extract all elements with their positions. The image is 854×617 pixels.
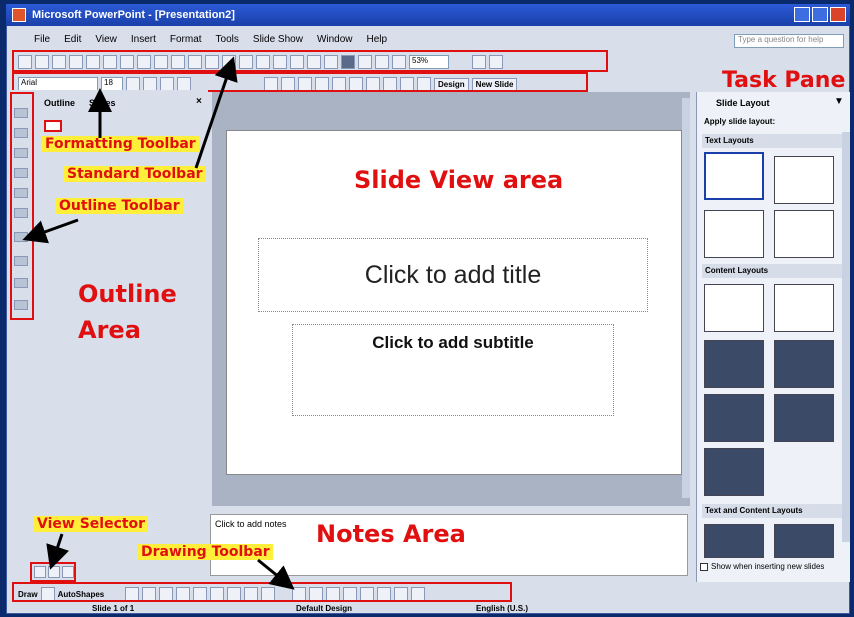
section-text-layouts: Text Layouts: [702, 134, 848, 148]
standard-toolbar-highlight: [12, 50, 608, 72]
formatting-toolbar-highlight: [12, 72, 588, 92]
menu-format[interactable]: Format: [170, 34, 202, 45]
layout-text-content[interactable]: [704, 524, 764, 558]
status-bar: Slide 1 of 1 Default Design English (U.S…: [6, 604, 850, 616]
task-pane-header: Slide Layout: [716, 98, 770, 108]
annotation-outline-toolbar: Outline Toolbar: [56, 198, 183, 214]
status-design: Default Design: [296, 604, 353, 613]
slide-scrollbar[interactable]: [682, 98, 690, 498]
layout-title-content[interactable]: [704, 340, 764, 388]
expand-icon[interactable]: [14, 208, 28, 218]
layout-text-content-right[interactable]: [774, 524, 834, 558]
annotation-slide-view-area: Slide View area: [354, 166, 564, 194]
show-checkbox[interactable]: [700, 562, 708, 571]
annotation-formatting-toolbar: Formatting Toolbar: [42, 136, 199, 152]
expand-all-vertical-icon[interactable]: [14, 256, 28, 266]
section-content-layouts: Content Layouts: [702, 264, 848, 278]
menu-insert[interactable]: Insert: [131, 34, 156, 45]
demote-icon[interactable]: [14, 128, 28, 138]
show-checkbox-label: Show when inserting new slides: [711, 562, 825, 571]
layout-title-slide[interactable]: [704, 152, 764, 200]
layout-title-text[interactable]: [704, 210, 764, 258]
annotation-notes-area: Notes Area: [316, 520, 466, 548]
annotation-view-selector: View Selector: [34, 516, 149, 532]
tab-outline[interactable]: Outline: [44, 98, 75, 108]
subtitle-placeholder[interactable]: Click to add subtitle: [292, 324, 614, 416]
section-text-content-layouts: Text and Content Layouts: [702, 504, 848, 518]
layout-title-only[interactable]: [774, 156, 834, 204]
promote-icon[interactable]: [14, 108, 28, 118]
annotation-outline-area-2: Area: [78, 316, 141, 344]
annotation-standard-toolbar: Standard Toolbar: [64, 166, 206, 182]
powerpoint-app-icon: [12, 8, 26, 22]
layout-two-column-text[interactable]: [774, 210, 834, 258]
chevron-down-icon[interactable]: ▼: [834, 96, 844, 107]
task-pane-scrollbar[interactable]: [842, 132, 850, 542]
normal-view-icon[interactable]: [34, 566, 46, 578]
menu-file[interactable]: File: [34, 34, 50, 45]
tab-slides[interactable]: Slides: [89, 98, 116, 108]
menu-edit[interactable]: Edit: [64, 34, 81, 45]
layout-title-two-content[interactable]: [774, 340, 834, 388]
layout-content[interactable]: [774, 284, 834, 332]
menu-tools[interactable]: Tools: [216, 34, 239, 45]
help-search-input[interactable]: Type a question for help: [734, 34, 844, 48]
show-when-inserting[interactable]: Show when inserting new slides: [700, 562, 824, 571]
annotation-drawing-toolbar: Drawing Toolbar: [138, 544, 273, 560]
menu-slide-show[interactable]: Slide Show: [253, 34, 303, 45]
layout-title-four-content[interactable]: [774, 394, 834, 442]
outline-tabs: Outline Slides: [44, 98, 116, 108]
move-down-icon[interactable]: [14, 168, 28, 178]
outline-close-icon[interactable]: ×: [196, 96, 202, 107]
collapse-all-icon[interactable]: [14, 232, 28, 242]
menu-help[interactable]: Help: [367, 34, 388, 45]
status-slide: Slide 1 of 1: [92, 604, 135, 613]
slide-sorter-icon[interactable]: [48, 566, 60, 578]
close-button[interactable]: [830, 7, 846, 22]
show-formatting-vertical-icon[interactable]: [14, 300, 28, 310]
summary-slide-icon[interactable]: [14, 278, 28, 288]
layout-title-content-over[interactable]: [704, 394, 764, 442]
move-up-icon[interactable]: [14, 148, 28, 158]
minimize-button[interactable]: [794, 7, 810, 22]
window-controls: [794, 7, 846, 22]
drawing-toolbar-highlight: [12, 582, 512, 602]
menu-view[interactable]: View: [95, 34, 117, 45]
annotation-outline-area-1: Outline: [78, 280, 177, 308]
title-bar: Microsoft PowerPoint - [Presentation2]: [6, 4, 850, 26]
layout-title-two-content-over[interactable]: [704, 448, 764, 496]
layout-blank[interactable]: [704, 284, 764, 332]
title-placeholder[interactable]: Click to add title: [258, 238, 648, 312]
notes-placeholder: Click to add notes: [215, 519, 287, 529]
maximize-button[interactable]: [812, 7, 828, 22]
menu-window[interactable]: Window: [317, 34, 353, 45]
apply-layout-label: Apply slide layout:: [704, 117, 776, 126]
collapse-icon[interactable]: [14, 188, 28, 198]
status-language: English (U.S.): [476, 604, 528, 613]
menu-bar: File Edit View Insert Format Tools Slide…: [6, 30, 850, 48]
slide-show-icon[interactable]: [62, 566, 74, 578]
slide-icon: [44, 120, 62, 132]
window-title: Microsoft PowerPoint - [Presentation2]: [32, 9, 235, 21]
annotation-task-pane: Task Pane: [722, 68, 846, 93]
